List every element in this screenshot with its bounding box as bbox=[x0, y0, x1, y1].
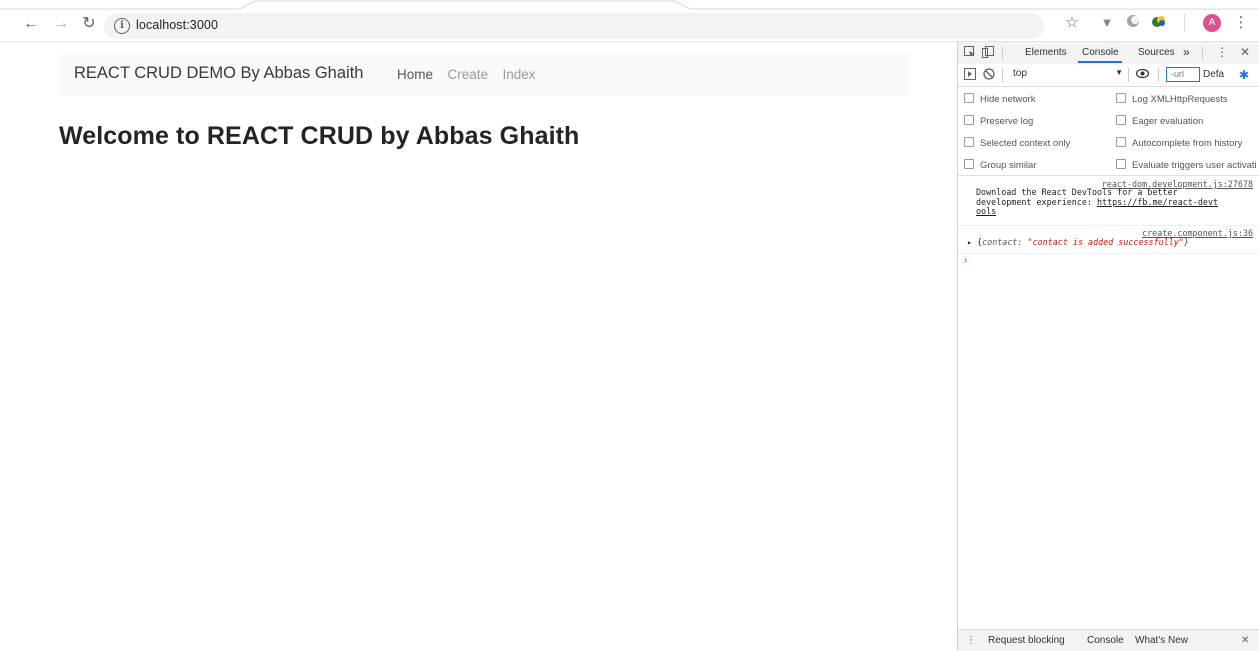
tab-divider bbox=[1202, 46, 1203, 60]
devtools-download-link[interactable]: https://fb.me/react-devt bbox=[1097, 197, 1218, 207]
live-expression-eye-icon[interactable] bbox=[1135, 68, 1150, 82]
drawer-tab-console[interactable]: Console bbox=[1087, 635, 1124, 646]
console-settings-pane: Hide network Preserve log Selected conte… bbox=[958, 87, 1259, 176]
tab-elements[interactable]: Elements bbox=[1025, 47, 1067, 58]
browser-toolbar: ← → ↻ i localhost:3000 ☆ ▼ A ⋮ bbox=[0, 0, 1259, 42]
checkbox-log-xhr[interactable]: Log XMLHttpRequests bbox=[1116, 93, 1228, 105]
object-expander[interactable]: ▸ { bbox=[967, 237, 982, 247]
checkbox-label: Log XMLHttpRequests bbox=[1132, 94, 1228, 105]
address-bar[interactable]: i localhost:3000 bbox=[104, 13, 1044, 39]
checkbox-group-similar[interactable]: Group similar bbox=[964, 159, 1037, 171]
bookmark-star-icon[interactable]: ☆ bbox=[1063, 14, 1081, 32]
checkbox-box[interactable] bbox=[1116, 115, 1126, 125]
back-arrow-icon[interactable]: ← bbox=[22, 15, 40, 33]
checkbox-label: Evaluate triggers user activati bbox=[1132, 160, 1257, 171]
navbar-brand[interactable]: REACT CRUD DEMO By Abbas Ghaith bbox=[74, 64, 363, 83]
extension-leaf-icon[interactable] bbox=[1150, 14, 1168, 32]
checkbox-box[interactable] bbox=[964, 137, 974, 147]
checkbox-box[interactable] bbox=[1116, 159, 1126, 169]
toolbar-divider bbox=[1158, 68, 1159, 82]
app-navbar: REACT CRUD DEMO By Abbas Ghaith Home Cre… bbox=[60, 53, 909, 96]
forward-arrow-icon[interactable]: → bbox=[52, 15, 70, 33]
active-tab-indicator bbox=[1078, 61, 1122, 63]
extension-moon-icon[interactable] bbox=[1124, 14, 1142, 32]
object-key: contact: bbox=[982, 237, 1028, 247]
profile-avatar[interactable]: A bbox=[1203, 14, 1221, 32]
checkbox-evaluate-triggers[interactable]: Evaluate triggers user activati bbox=[1116, 159, 1259, 171]
checkbox-autocomplete-history[interactable]: Autocomplete from history bbox=[1116, 137, 1242, 149]
devtools-menu-icon[interactable]: ⋮ bbox=[1216, 45, 1228, 59]
checkbox-eager-evaluation[interactable]: Eager evaluation bbox=[1116, 115, 1203, 127]
tab-divider bbox=[1002, 46, 1003, 60]
inspect-element-icon[interactable] bbox=[964, 46, 976, 61]
toolbar-divider bbox=[1002, 68, 1003, 82]
checkbox-box[interactable] bbox=[1116, 93, 1126, 103]
checkbox-preserve-log[interactable]: Preserve log bbox=[964, 115, 1033, 127]
message-line-text: development experience: bbox=[976, 196, 1098, 207]
checkbox-box[interactable] bbox=[964, 115, 974, 125]
logged-object[interactable]: ▸ {contact: "contact is added successful… bbox=[967, 237, 1189, 248]
address-bar-url[interactable]: localhost:3000 bbox=[136, 18, 218, 32]
device-toolbar-icon[interactable] bbox=[982, 46, 994, 61]
message-text: Download the React DevTools for a better… bbox=[976, 187, 1218, 217]
devtools-download-link-cont[interactable]: ools bbox=[976, 207, 1218, 217]
nav-link-index[interactable]: Index bbox=[502, 67, 535, 82]
devtools-tab-bar: Elements Console Sources » ⋮ ✕ bbox=[958, 42, 1259, 65]
context-value: top bbox=[1013, 68, 1027, 79]
reload-icon[interactable]: ↻ bbox=[80, 15, 98, 33]
more-tabs-chevron[interactable]: » bbox=[1183, 45, 1190, 59]
checkbox-box[interactable] bbox=[1116, 137, 1126, 147]
checkbox-label: Autocomplete from history bbox=[1132, 138, 1243, 149]
toolbar-divider bbox=[1184, 14, 1185, 32]
log-levels-dropdown[interactable]: Defa bbox=[1203, 69, 1224, 80]
checkbox-label: Selected context only bbox=[980, 138, 1071, 149]
devtools-panel: Elements Console Sources » ⋮ ✕ top ▼ -ur… bbox=[957, 42, 1259, 651]
console-prompt-icon[interactable]: › bbox=[964, 255, 967, 266]
show-sidebar-icon[interactable] bbox=[964, 68, 976, 83]
toolbar-divider bbox=[1128, 68, 1129, 82]
context-selector[interactable]: top ▼ bbox=[1013, 68, 1123, 81]
drawer-tab-whats-new[interactable]: What's New bbox=[1135, 635, 1188, 646]
tab-console[interactable]: Console bbox=[1082, 47, 1119, 58]
page-viewport: REACT CRUD DEMO By Abbas Ghaith Home Cre… bbox=[0, 42, 957, 650]
console-settings-gear-icon[interactable]: ✱ bbox=[1239, 68, 1249, 82]
object-value: "contact is added successfully" bbox=[1027, 237, 1184, 247]
object-close: } bbox=[1183, 237, 1189, 247]
page-title: Welcome to REACT CRUD by Abbas Ghaith bbox=[59, 122, 580, 150]
nav-links: Home Create Index bbox=[397, 66, 545, 84]
devtools-drawer-bar: ⋮ Request blocking Console What's New ✕ bbox=[958, 629, 1259, 651]
checkbox-hide-network[interactable]: Hide network bbox=[964, 93, 1035, 105]
checkbox-box[interactable] bbox=[964, 93, 974, 103]
nav-link-home[interactable]: Home bbox=[397, 67, 433, 82]
checkbox-box[interactable] bbox=[964, 159, 974, 169]
clear-console-icon[interactable] bbox=[983, 68, 995, 83]
console-filter-input[interactable]: -url bbox=[1166, 67, 1200, 82]
drawer-menu-icon[interactable]: ⋮ bbox=[966, 635, 976, 646]
site-info-icon[interactable]: i bbox=[114, 18, 130, 34]
tab-strip-edge bbox=[0, 0, 1259, 10]
vue-devtools-icon[interactable]: ▼ bbox=[1098, 14, 1116, 32]
console-message: create.component.js:36 ▸ {contact: "cont… bbox=[958, 226, 1259, 254]
checkbox-label: Hide network bbox=[980, 94, 1036, 105]
menu-kebab-icon[interactable]: ⋮ bbox=[1232, 14, 1250, 32]
drawer-tab-request-blocking[interactable]: Request blocking bbox=[988, 635, 1065, 646]
nav-link-create[interactable]: Create bbox=[447, 67, 488, 82]
close-devtools-icon[interactable]: ✕ bbox=[1240, 45, 1250, 59]
tab-sources[interactable]: Sources bbox=[1138, 47, 1175, 58]
message-line: development experience: https://fb.me/re… bbox=[976, 196, 1218, 208]
dropdown-arrow-icon: ▼ bbox=[1115, 68, 1123, 77]
console-toolbar: top ▼ -url Defa ✱ bbox=[958, 64, 1259, 87]
checkbox-label: Eager evaluation bbox=[1132, 116, 1204, 127]
console-message: react-dom.development.js:27678 Download … bbox=[958, 176, 1259, 226]
checkbox-label: Group similar bbox=[980, 160, 1037, 171]
checkbox-selected-context[interactable]: Selected context only bbox=[964, 137, 1070, 149]
filter-text: -url bbox=[1171, 69, 1184, 79]
checkbox-label: Preserve log bbox=[980, 116, 1034, 127]
close-drawer-icon[interactable]: ✕ bbox=[1241, 635, 1249, 646]
